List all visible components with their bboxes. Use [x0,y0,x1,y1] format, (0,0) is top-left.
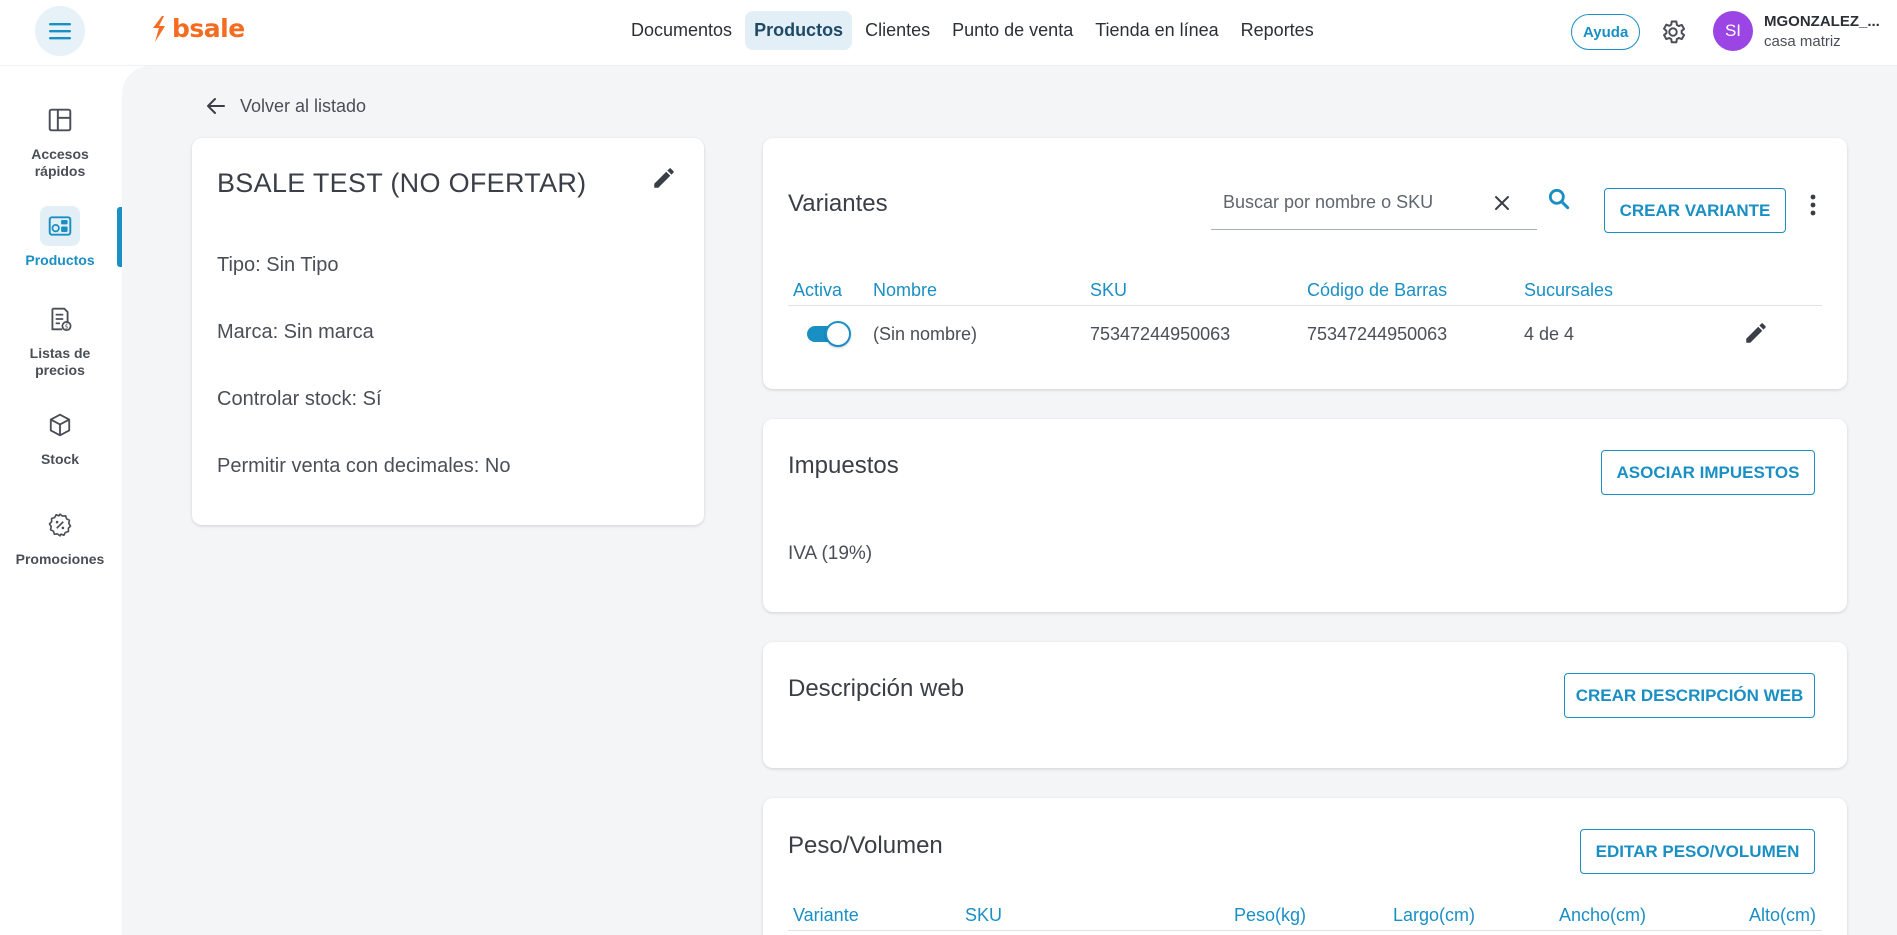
gear-icon [1663,20,1686,44]
variant-name: (Sin nombre) [873,324,978,344]
menu-button[interactable] [35,6,85,56]
user-avatar[interactable]: SI [1713,11,1753,51]
nav-clientes[interactable]: Clientes [856,11,939,50]
sidebar-icon-wrap [40,405,80,445]
taxes-card: Impuestos ASOCIAR IMPUESTOS IVA (19%) [763,419,1847,612]
nav-tienda-en-linea[interactable]: Tienda en línea [1086,11,1227,50]
variants-title: Variantes [788,190,888,217]
nav-reportes[interactable]: Reportes [1232,11,1323,50]
box-icon [49,413,71,437]
arrow-left-icon [207,98,225,114]
weight-volume-card: Peso/Volumen EDITAR PESO/VOLUMEN Variant… [763,798,1847,935]
search-button[interactable] [1543,183,1575,215]
col-header-ancho[interactable]: Ancho(cm) [1559,905,1646,926]
col-header-alto[interactable]: Alto(cm) [1749,905,1816,926]
sidebar-item-listas-de-precios[interactable]: $ Listas de precios [0,299,120,379]
discount-icon [48,513,72,537]
close-icon [1495,196,1509,210]
product-stock-control: Controlar stock: Sí [217,388,382,410]
col-header-largo[interactable]: Largo(cm) [1393,905,1475,926]
col-header-sku[interactable]: SKU [1090,280,1127,301]
nav-productos[interactable]: Productos [745,11,853,50]
sidebar-item-productos[interactable]: Productos [0,206,120,269]
clear-search-button[interactable] [1489,190,1515,216]
variant-active-toggle[interactable] [805,320,851,347]
sidebar-item-stock[interactable]: Stock [0,405,120,468]
col-header-codigo-barras[interactable]: Código de Barras [1307,280,1447,301]
table-divider [788,305,1822,306]
user-branch: casa matriz [1764,33,1841,50]
search-icon [1548,188,1570,210]
toggle-knob [825,321,851,347]
tax-item: IVA (19%) [788,543,873,564]
web-description-card: Descripción web CREAR DESCRIPCIÓN WEB [763,642,1847,768]
edit-variant-button[interactable] [1741,318,1771,348]
web-description-title: Descripción web [788,675,965,702]
nav-punto-de-venta[interactable]: Punto de venta [943,11,1082,50]
table-divider [788,930,1822,931]
app-root: bsale Documentos Productos Clientes Punt… [0,0,1897,935]
sidebar: Accesos rápidos Productos $ Listas de pr… [0,66,122,935]
svg-text:$: $ [65,323,69,330]
back-to-list-link[interactable]: Volver al listado [204,94,366,118]
col-header-nombre[interactable]: Nombre [873,280,937,301]
pencil-icon [654,168,674,188]
edit-product-button[interactable] [649,163,679,193]
edit-weight-volume-button[interactable]: EDITAR PESO/VOLUMEN [1580,829,1815,874]
taxes-title: Impuestos [788,452,899,479]
sidebar-item-label: Productos [25,252,95,268]
create-variant-button[interactable]: CREAR VARIANTE [1604,188,1786,233]
sidebar-icon-wrap [40,100,80,140]
sidebar-icon-wrap [40,505,80,545]
sidebar-item-label: Listas de precios [29,345,91,378]
product-type: Tipo: Sin Tipo [217,254,339,276]
sidebar-item-label: Stock [40,451,80,467]
settings-button[interactable] [1657,16,1689,48]
col-header-activa[interactable]: Activa [793,280,842,301]
more-options-button[interactable] [1803,190,1823,220]
product-info-card: BSALE TEST (NO OFERTAR) Tipo: Sin Tipo M… [192,138,704,525]
sidebar-item-accesos-rapidos[interactable]: Accesos rápidos [0,100,120,180]
col-header-variante[interactable]: Variante [793,905,859,926]
sidebar-item-promociones[interactable]: Promociones [0,505,120,568]
product-decimal-sale: Permitir venta con decimales: No [217,455,511,477]
variant-branches: 4 de 4 [1524,324,1575,344]
help-button[interactable]: Ayuda [1571,14,1641,50]
nav-documentos[interactable]: Documentos [622,11,741,50]
weight-volume-title: Peso/Volumen [788,832,943,859]
sidebar-item-label: Accesos rápidos [31,146,89,179]
more-vertical-icon [1810,194,1816,216]
products-icon [48,216,72,236]
sidebar-icon-wrap: $ [40,299,80,339]
bsale-logo[interactable]: bsale [150,14,245,43]
price-list-icon: $ [51,307,72,332]
pencil-icon [1746,323,1766,343]
col-header-sku[interactable]: SKU [965,905,1002,926]
col-header-sucursales[interactable]: Sucursales [1524,280,1613,301]
associate-taxes-button[interactable]: ASOCIAR IMPUESTOS [1601,450,1815,495]
sidebar-icon-wrap [40,206,80,246]
sidebar-item-label: Promociones [15,551,105,567]
create-web-description-button[interactable]: CREAR DESCRIPCIÓN WEB [1564,673,1815,718]
dashboard-icon [48,108,72,132]
logo-text: bsale [172,14,245,43]
bsale-logo-icon [153,15,165,42]
user-name[interactable]: MGONZALEZ_... [1764,13,1880,30]
top-nav: Documentos Productos Clientes Punto de v… [622,11,1323,50]
variant-sku: 75347244950063 [1090,324,1231,344]
variant-search [1211,178,1537,230]
product-title: BSALE TEST (NO OFERTAR) [217,168,587,198]
top-bar: bsale Documentos Productos Clientes Punt… [0,0,1897,66]
variants-card: Variantes CREAR VARIANTE Activa N [763,138,1847,389]
hamburger-icon [49,23,71,40]
product-brand: Marca: Sin marca [217,321,374,343]
variant-search-input[interactable] [1223,188,1473,216]
col-header-peso[interactable]: Peso(kg) [1234,905,1306,926]
variant-barcode: 75347244950063 [1307,324,1448,344]
back-link-label: Volver al listado [240,95,367,116]
